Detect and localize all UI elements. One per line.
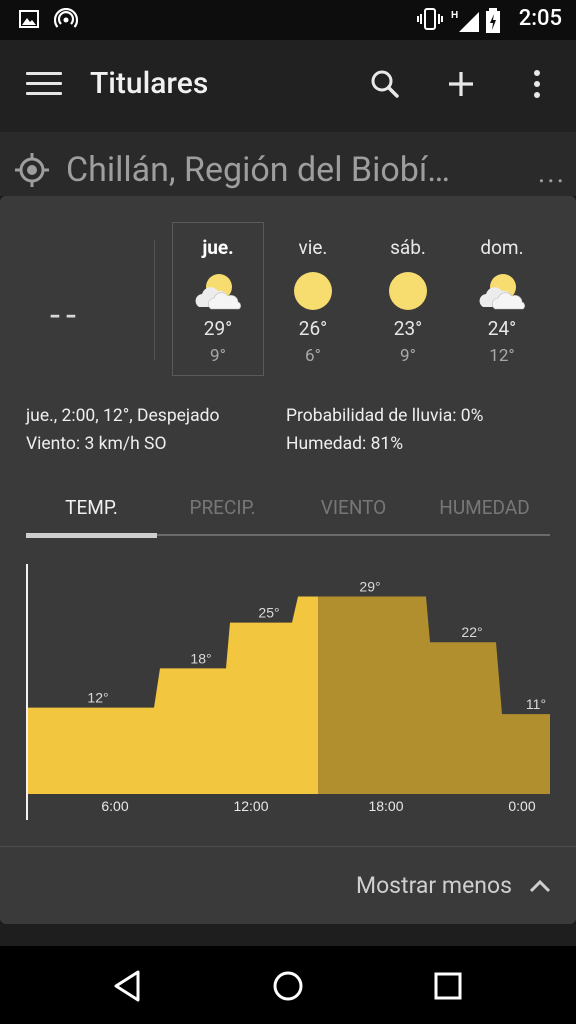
x-tick-label: 0:00 bbox=[508, 798, 535, 814]
back-icon[interactable] bbox=[110, 968, 146, 1004]
clock: 2:05 bbox=[518, 6, 562, 31]
tab-humidity[interactable]: HUMEDAD bbox=[419, 496, 550, 519]
page-title: Titulares bbox=[90, 66, 209, 101]
x-tick-label: 12:00 bbox=[233, 798, 268, 814]
location-name: Chillán, Región del Biobí… bbox=[66, 150, 450, 190]
weather-card: -- jue. 29° 9° vie. 26° 6° sáb. 23° 9° d… bbox=[0, 196, 576, 924]
tab-temp[interactable]: TEMP. bbox=[26, 496, 157, 519]
tab-wind[interactable]: VIENTO bbox=[288, 496, 419, 519]
step-value-label: 11° bbox=[526, 696, 546, 712]
step-value-label: 18° bbox=[190, 650, 211, 666]
chart-tabs: TEMP. PRECIP. VIENTO HUMEDAD bbox=[26, 492, 550, 538]
day-name: jue. bbox=[202, 236, 234, 259]
tab-indicator bbox=[26, 533, 157, 538]
current-extras: Probabilidad de lluvia: 0% Humedad: 81% bbox=[286, 402, 483, 458]
temperature-chart: 12° 18° 25° 29° 22° 11° 6:00 12:00 18:00 0:00 bbox=[26, 564, 550, 820]
day-low: 12° bbox=[489, 346, 515, 366]
divider bbox=[0, 846, 576, 847]
my-location-icon[interactable] bbox=[14, 152, 50, 188]
add-icon[interactable] bbox=[444, 66, 478, 102]
sun-icon bbox=[288, 269, 338, 313]
day-high: 29° bbox=[203, 317, 233, 340]
day-low: 6° bbox=[305, 346, 321, 366]
list-next-item bbox=[0, 924, 576, 946]
x-tick-label: 18:00 bbox=[368, 798, 403, 814]
temperature-chart-svg: 12° 18° 25° 29° 22° 11° 6:00 12:00 18:00 0:00 bbox=[26, 578, 550, 814]
recents-icon[interactable] bbox=[430, 968, 466, 1004]
location-more-button[interactable]: ... bbox=[538, 156, 566, 189]
day-name: sáb. bbox=[390, 236, 426, 259]
current-temperature: -- bbox=[50, 294, 82, 336]
divider bbox=[154, 240, 155, 360]
day-low: 9° bbox=[210, 346, 226, 366]
show-less-button[interactable]: Mostrar menos bbox=[356, 872, 512, 899]
partly-cloudy-icon bbox=[477, 269, 527, 313]
current-conditions: jue., 2:00, 12°, Despejado Viento: 3 km/… bbox=[26, 402, 220, 458]
rain-probability: Probabilidad de lluvia: 0% bbox=[286, 406, 484, 426]
network-type-label: H bbox=[451, 10, 458, 21]
home-icon[interactable] bbox=[270, 968, 306, 1004]
search-icon[interactable] bbox=[368, 66, 402, 102]
vibrate-icon bbox=[416, 7, 443, 30]
humidity: Humedad: 81% bbox=[286, 434, 404, 454]
step-value-label: 25° bbox=[258, 605, 279, 621]
step-value-label: 22° bbox=[461, 624, 482, 640]
location-header[interactable]: Chillán, Región del Biobí… ... bbox=[0, 132, 576, 196]
more-options-icon[interactable] bbox=[520, 66, 554, 102]
conditions-line: jue., 2:00, 12°, Despejado bbox=[26, 406, 220, 426]
app-bar: Titulares bbox=[0, 40, 576, 132]
step-value-label: 29° bbox=[359, 578, 380, 594]
day-low: 9° bbox=[400, 346, 416, 366]
partly-cloudy-icon bbox=[193, 269, 243, 313]
image-notification-icon bbox=[18, 8, 40, 30]
navigation-bar bbox=[0, 946, 576, 1024]
battery-charging-icon bbox=[485, 7, 507, 33]
status-bar: H 2:05 bbox=[0, 0, 576, 40]
forecast-day[interactable]: dom. 24° 12° bbox=[456, 236, 548, 366]
menu-icon[interactable] bbox=[26, 72, 62, 100]
day-high: 23° bbox=[393, 317, 423, 340]
chart-y-axis bbox=[26, 564, 28, 820]
sun-icon bbox=[383, 269, 433, 313]
day-name: vie. bbox=[298, 236, 328, 259]
chevron-up-icon[interactable] bbox=[528, 876, 552, 896]
hotspot-icon bbox=[53, 7, 79, 30]
forecast-day[interactable]: sáb. 23° 9° bbox=[362, 236, 454, 366]
day-high: 26° bbox=[298, 317, 328, 340]
forecast-day[interactable]: vie. 26° 6° bbox=[267, 236, 359, 366]
day-high: 24° bbox=[487, 317, 517, 340]
x-tick-label: 6:00 bbox=[101, 798, 128, 814]
step-value-label: 12° bbox=[87, 690, 108, 706]
wind-line: Viento: 3 km/h SO bbox=[26, 434, 167, 454]
signal-icon: H bbox=[451, 8, 479, 32]
forecast-day[interactable]: jue. 29° 9° bbox=[172, 222, 264, 376]
tab-precip[interactable]: PRECIP. bbox=[157, 496, 288, 519]
day-name: dom. bbox=[480, 236, 524, 259]
